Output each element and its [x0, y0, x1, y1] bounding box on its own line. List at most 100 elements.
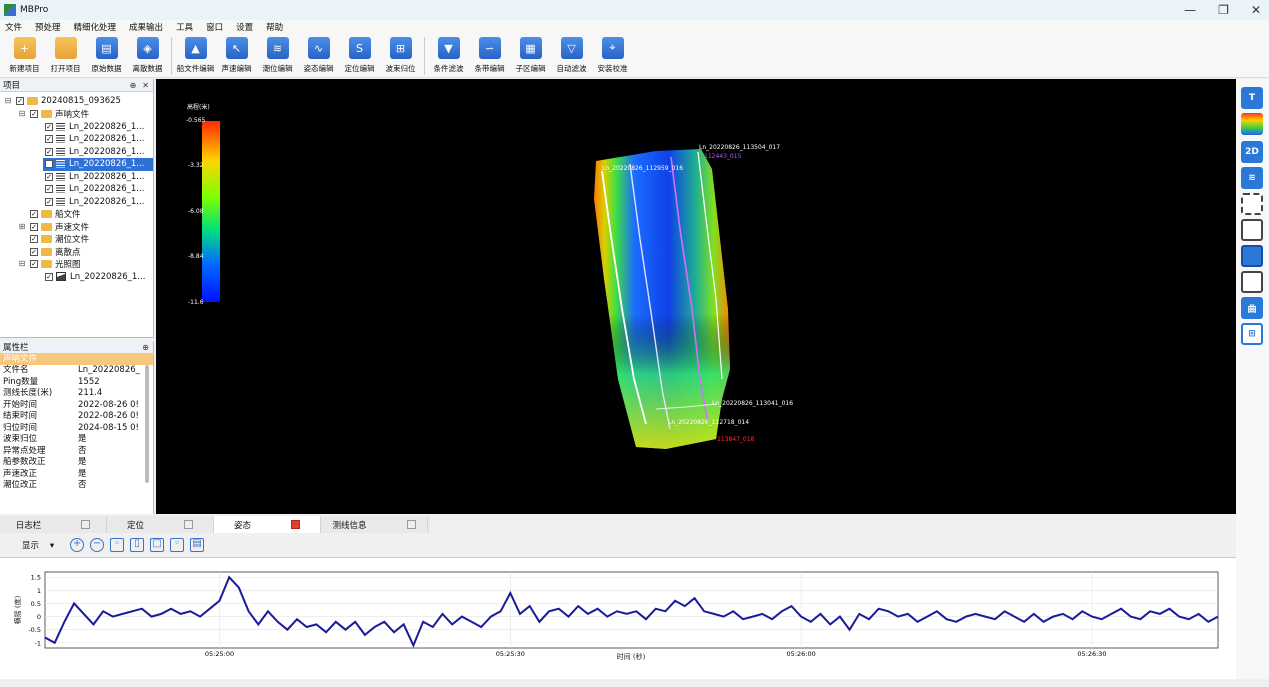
tab-attitude[interactable]: 姿态: [214, 516, 321, 533]
tree-folder[interactable]: ⊞ ✓ 声速文件: [18, 221, 89, 234]
menu-preprocess[interactable]: 预处理: [35, 21, 61, 33]
zoom-fit-icon[interactable]: ◦: [110, 538, 125, 552]
tab-close-icon[interactable]: [291, 520, 300, 529]
colorbar-tool-icon[interactable]: [1241, 113, 1263, 135]
zoom-box-icon[interactable]: □: [150, 538, 165, 552]
tree-folder[interactable]: ⊟ ✓ 光照图: [18, 258, 81, 271]
open-project-button[interactable]: 打开项目: [45, 34, 86, 78]
attribute-scrollbar[interactable]: [145, 365, 149, 483]
menu-help[interactable]: 帮助: [266, 21, 283, 33]
position-edit-button[interactable]: S 定位编辑: [339, 34, 380, 78]
tree-image-file[interactable]: ✓ Ln_20220826_1...: [45, 271, 145, 284]
checkbox[interactable]: ✓: [30, 260, 38, 269]
install-calibration-button[interactable]: ⌖ 安装校准: [592, 34, 633, 78]
checkbox[interactable]: ✓: [45, 147, 53, 156]
text-tool-icon[interactable]: T: [1241, 87, 1263, 109]
new-project-button[interactable]: + 新建项目: [4, 34, 45, 78]
save-icon[interactable]: ▤: [190, 538, 205, 552]
auto-filter-button[interactable]: ▽ 自动滤波: [551, 34, 592, 78]
tree-sonar-file[interactable]: ✓ Ln_20220826_1...: [45, 196, 144, 209]
layers-icon[interactable]: ≋: [1241, 167, 1263, 189]
tree-sonar-file[interactable]: ✓ Ln_20220826_1...: [45, 146, 144, 159]
2d-view-icon[interactable]: 2D: [1241, 141, 1263, 163]
pin-icon[interactable]: ⊕: [142, 343, 149, 352]
close-icon[interactable]: ✕: [142, 81, 149, 90]
attitude-chart[interactable]: 1.5 1 0.5 0 -0.5 -1 05:25:00 05:25:30 05:26:00 0…: [0, 557, 1236, 679]
checkbox[interactable]: ✓: [45, 122, 53, 131]
zoom-out-icon[interactable]: −: [90, 538, 105, 552]
checkbox[interactable]: ✓: [16, 97, 24, 106]
tree-folder[interactable]: ✓ 船文件: [30, 208, 81, 221]
tab-log[interactable]: 日志栏: [0, 516, 107, 533]
checkbox[interactable]: ✓: [45, 272, 53, 281]
attribute-key: 船参数改正: [3, 457, 46, 467]
discrete-data-button[interactable]: ◈ 离散数据: [127, 34, 168, 78]
attribute-value: 1552: [78, 376, 100, 387]
collapse-icon[interactable]: ⊟: [4, 97, 12, 105]
plot-frame: [44, 571, 1219, 649]
cube-top-icon[interactable]: [1241, 245, 1263, 267]
sound-velocity-edit-button[interactable]: ↖ 声速编辑: [216, 34, 257, 78]
subarea-edit-button[interactable]: ▦ 子区编辑: [510, 34, 551, 78]
checkbox[interactable]: ✓: [45, 135, 53, 144]
tab-line-info[interactable]: 测线信息: [321, 516, 428, 533]
minimize-button[interactable]: —: [1184, 3, 1196, 17]
menu-window[interactable]: 窗口: [206, 21, 223, 33]
checkbox[interactable]: ✓: [45, 172, 53, 181]
cube-front-icon[interactable]: [1241, 219, 1263, 241]
tab-position[interactable]: 定位: [107, 516, 214, 533]
expand-icon[interactable]: ⊞: [18, 222, 26, 231]
collapse-icon[interactable]: ⊟: [18, 110, 26, 118]
checkbox[interactable]: ✓: [45, 160, 53, 169]
zoom-vertical-icon[interactable]: ▯: [130, 538, 145, 552]
checkbox[interactable]: ✓: [45, 185, 53, 194]
checkbox[interactable]: ✓: [30, 235, 38, 244]
raw-data-button[interactable]: ▤ 原始数据: [86, 34, 127, 78]
menu-file[interactable]: 文件: [5, 21, 22, 33]
menu-settings[interactable]: 设置: [236, 21, 253, 33]
menu-tools[interactable]: 工具: [176, 21, 193, 33]
profile-tool-icon[interactable]: 曲: [1241, 297, 1263, 319]
grid-select-icon[interactable]: ⊞: [1241, 323, 1263, 345]
pin-icon[interactable]: ⊕: [130, 81, 137, 90]
maximize-button[interactable]: ❐: [1218, 3, 1229, 17]
tree-sonar-file[interactable]: ✓ Ln_20220826_1...: [45, 183, 144, 196]
reset-view-icon[interactable]: ◦: [170, 538, 185, 552]
tree-sonar-file[interactable]: ✓ Ln_20220826_1...: [45, 121, 144, 134]
tree-root[interactable]: ⊟ ✓ 20240815_093625: [4, 95, 121, 108]
beam-locate-button[interactable]: ⊞ 波束归位: [380, 34, 421, 78]
attitude-edit-button[interactable]: ∿ 姿态编辑: [298, 34, 339, 78]
tide-edit-button[interactable]: ≋ 潮位编辑: [257, 34, 298, 78]
checkbox[interactable]: ✓: [30, 110, 38, 119]
tree-sonar-file-selected[interactable]: ✓ Ln_20220826_1...: [43, 158, 153, 171]
tree-sonar-file[interactable]: ✓ Ln_20220826_1...: [45, 171, 144, 184]
tab-close-icon[interactable]: [81, 520, 91, 529]
tree-sonar-file[interactable]: ✓ Ln_20220826_1...: [45, 133, 144, 146]
swath-edit-button[interactable]: ∽ 条带编辑: [469, 34, 510, 78]
menu-fine-processing[interactable]: 精细化处理: [74, 21, 117, 33]
vessel-edit-button[interactable]: ▲ 船文件编辑: [175, 34, 216, 78]
checkbox[interactable]: ✓: [30, 222, 38, 231]
tab-close-icon[interactable]: [406, 520, 416, 529]
checkbox[interactable]: ✓: [30, 210, 38, 219]
display-dropdown[interactable]: 显示 ▾: [22, 539, 54, 551]
checkbox[interactable]: ✓: [30, 247, 38, 256]
3d-viewport[interactable]: 高程(米) -0.565 -3.32 -6.08 -8.84 -11.6 Ln_…: [156, 79, 1236, 514]
cube-side-icon[interactable]: [1241, 271, 1263, 293]
attribute-key: 声速改正: [3, 468, 38, 479]
legend-tick: -8.84: [188, 253, 204, 260]
checkbox[interactable]: ✓: [45, 197, 53, 206]
condition-filter-button[interactable]: ▼ 条件滤波: [428, 34, 469, 78]
tab-close-icon[interactable]: [184, 520, 193, 529]
x-axis-ticks: 05:25:00 05:25:30 05:26:00 05:26:30: [205, 650, 1107, 658]
menu-output[interactable]: 成果输出: [129, 21, 163, 33]
tree-sonar-folder[interactable]: ⊟ ✓ 声呐文件: [18, 108, 89, 121]
collapse-icon[interactable]: ⊟: [18, 260, 26, 268]
zoom-in-icon[interactable]: +: [70, 538, 85, 552]
legend-colorbar: [202, 121, 220, 302]
tree-folder[interactable]: ✓ 潮位文件: [30, 233, 89, 246]
plot-toolbar: 显示 ▾ + − ◦ ▯ □ ◦ ▤: [0, 535, 1236, 555]
close-button[interactable]: ✕: [1251, 3, 1261, 17]
fit-view-icon[interactable]: [1241, 193, 1263, 215]
tree-folder[interactable]: ✓ 离散点: [30, 246, 81, 259]
